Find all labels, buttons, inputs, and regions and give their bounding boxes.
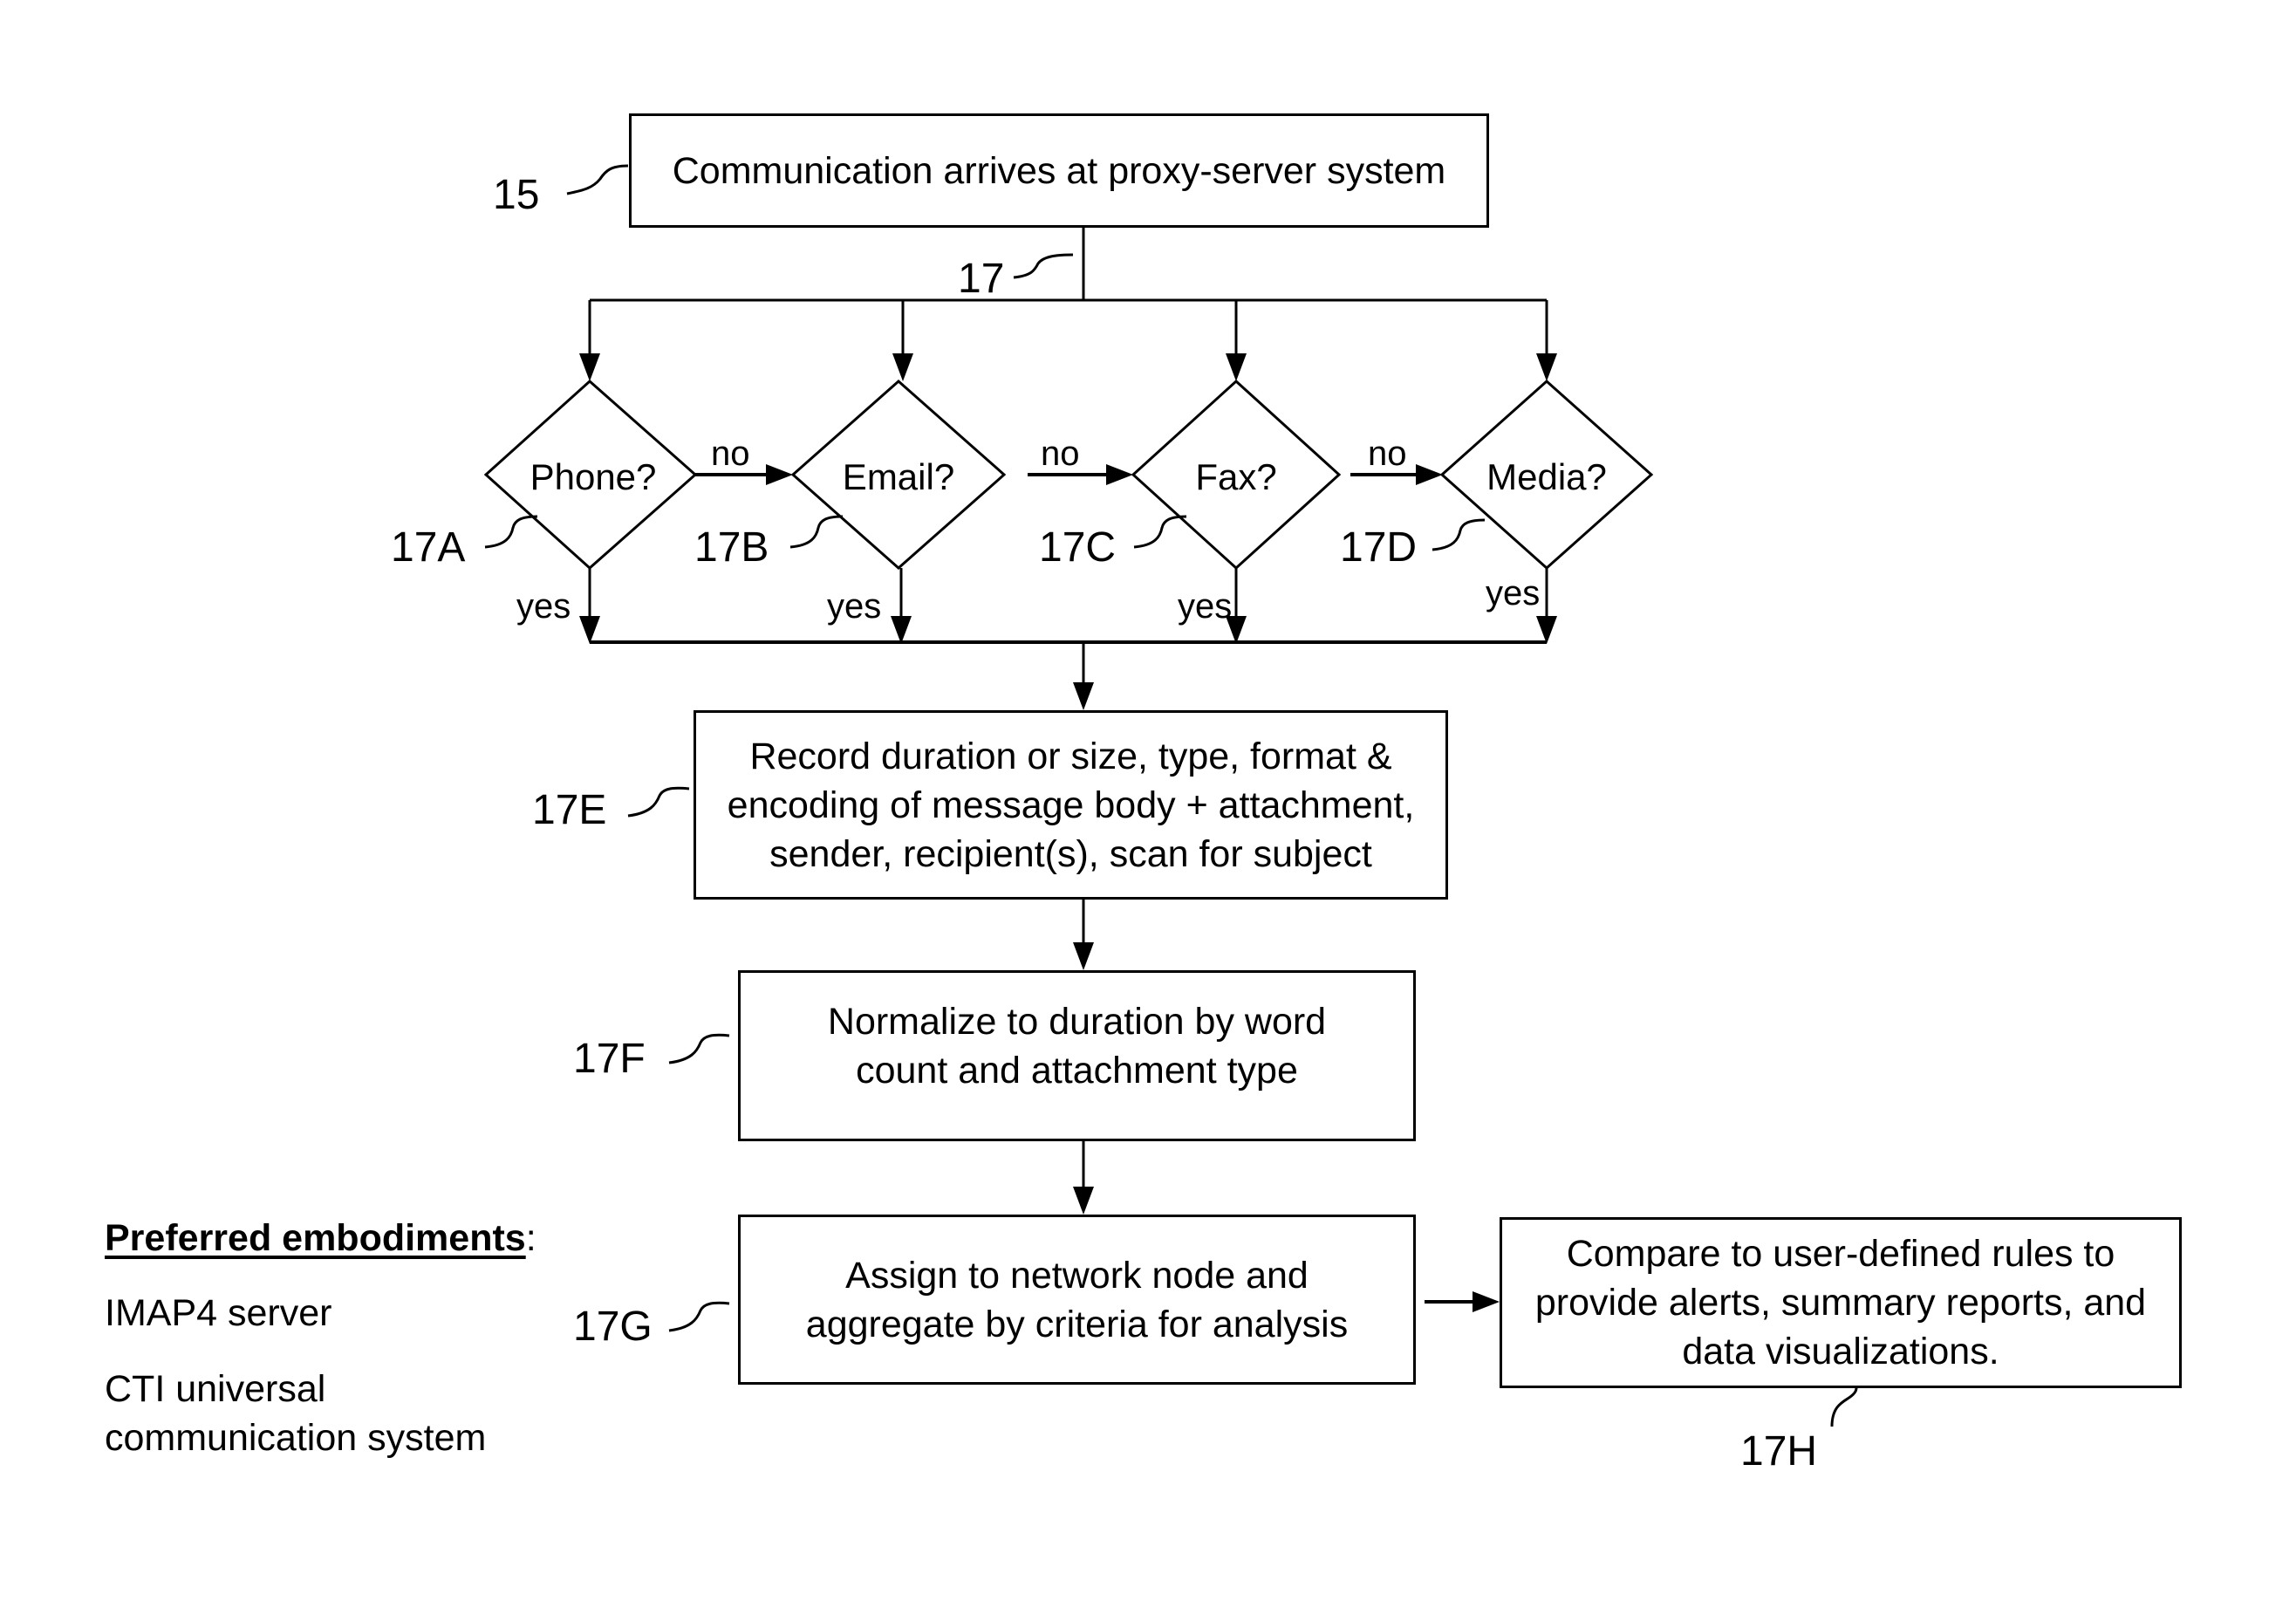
arrowhead-no-fax — [1106, 464, 1133, 485]
process-text-record-line: sender, recipient(s), scan for subject — [769, 832, 1372, 875]
preferred-item: communication system — [105, 1417, 487, 1459]
preferred-item: IMAP4 server — [105, 1292, 332, 1334]
preferred-embodiments-heading: Preferred embodiments: — [105, 1220, 536, 1257]
arrowhead-no-email — [766, 464, 793, 485]
ref-label-17F: 17F — [573, 1036, 646, 1082]
process-box-assign: Assign to network node and aggregate by … — [738, 1215, 1416, 1385]
arrowhead-to-compare — [1473, 1291, 1500, 1312]
ref-label-17G: 17G — [573, 1304, 653, 1350]
ref-label-15: 15 — [493, 172, 540, 218]
decision-text-media: Media? — [1486, 456, 1607, 497]
process-text-assign-line: aggregate by criteria for analysis — [805, 1303, 1349, 1345]
process-text-compare-line: Compare to user-defined rules to — [1566, 1233, 2115, 1275]
arrowhead-yes-email — [891, 616, 912, 644]
ref-label-17E: 17E — [532, 787, 607, 833]
edge-label-yes-fax: yes — [1178, 587, 1233, 626]
ref-label-17A: 17A — [391, 524, 466, 571]
leader-17C — [1133, 515, 1187, 549]
process-box-record: Record duration or size, type, format & … — [694, 710, 1448, 900]
preferred-embodiments-title: Preferred embodiments — [105, 1217, 526, 1259]
arrowhead-to-media — [1536, 353, 1557, 381]
ref-label-17B: 17B — [694, 524, 769, 571]
preferred-item: CTI universal — [105, 1368, 326, 1410]
leader-17B — [789, 515, 844, 549]
process-text-compare-line: data visualizations. — [1682, 1331, 1999, 1372]
edge-label-no-email: no — [1041, 435, 1080, 473]
edge-label-yes-email: yes — [827, 587, 882, 626]
arrowhead-no-media — [1416, 464, 1443, 485]
arrowhead-yes-phone — [579, 616, 600, 644]
ref-label-17C: 17C — [1039, 524, 1117, 571]
ref-label-17D: 17D — [1340, 524, 1418, 571]
process-text-assign-line: Assign to network node and — [845, 1254, 1309, 1297]
decision-text-phone: Phone? — [530, 456, 657, 497]
leader-17E — [627, 786, 690, 818]
leader-17F — [668, 1033, 730, 1064]
leader-17 — [1013, 253, 1074, 279]
process-text-compare-line: provide alerts, summary reports, and — [1534, 1282, 2147, 1324]
arrowhead-to-fax — [1226, 353, 1247, 381]
arrowhead-to-normalize — [1073, 942, 1094, 970]
process-box-compare: Compare to user-defined rules to provide… — [1500, 1217, 2182, 1388]
process-text-normalize-line: count and attachment type — [856, 1050, 1298, 1092]
arrowhead-yes-media — [1536, 616, 1557, 644]
edge-label-yes-media: yes — [1486, 574, 1541, 613]
edge-label-yes-phone: yes — [516, 587, 571, 626]
leader-17G — [668, 1301, 730, 1332]
decision-text-email: Email? — [842, 456, 955, 497]
edge-label-no-fax: no — [1368, 435, 1407, 473]
arrowhead-to-record — [1073, 682, 1094, 710]
process-text-start: Communication arrives at proxy-server sy… — [672, 149, 1446, 192]
ref-label-17H: 17H — [1740, 1428, 1818, 1475]
arrowhead-to-email — [892, 353, 913, 381]
preferred-embodiments-colon: : — [525, 1217, 536, 1259]
process-box-start: Communication arrives at proxy-server sy… — [629, 113, 1489, 228]
process-text-record-line: encoding of message body + attachment, — [727, 784, 1415, 826]
process-text-record-line: Record duration or size, type, format & — [749, 735, 1392, 777]
process-box-normalize: Normalize to duration by word count and … — [738, 970, 1416, 1141]
process-text-normalize-line: Normalize to duration by word — [827, 1001, 1327, 1043]
leader-15 — [566, 164, 629, 195]
leader-17A — [484, 515, 538, 549]
leader-17H — [1830, 1387, 1858, 1427]
leader-17D — [1432, 518, 1486, 551]
arrowhead-to-assign — [1073, 1187, 1094, 1215]
decision-text-fax: Fax? — [1195, 456, 1277, 497]
edge-label-no-phone: no — [711, 435, 750, 473]
ref-label-17: 17 — [958, 256, 1005, 302]
arrowhead-to-phone — [579, 353, 600, 381]
